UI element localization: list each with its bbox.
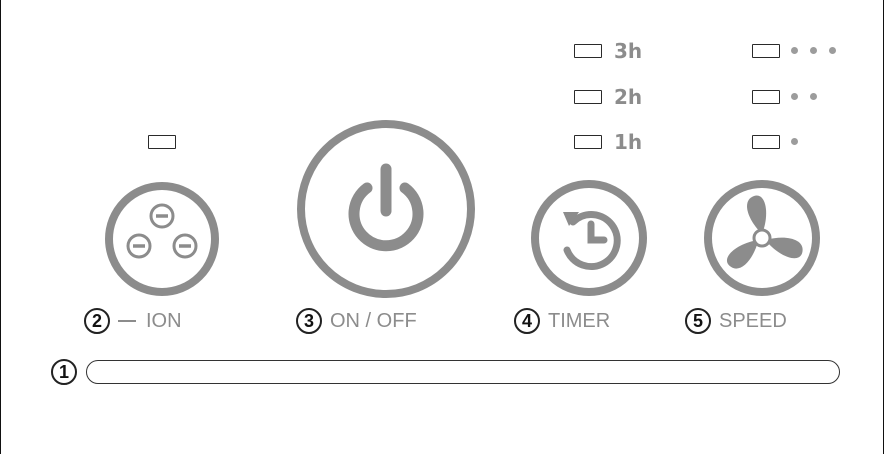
speed-label: 5 SPEED	[685, 307, 787, 335]
power-label: 3 ON / OFF	[296, 307, 417, 335]
ion-label: 2 ION	[84, 307, 182, 335]
fan-icon	[727, 195, 803, 269]
ion-label-text: ION	[146, 310, 182, 332]
sensor-light-bar	[86, 360, 840, 384]
timer-led	[574, 90, 602, 104]
speed-button[interactable]	[702, 178, 822, 298]
timer-led	[574, 44, 602, 58]
sensor-callout-number: 1	[51, 359, 77, 385]
timer-led	[574, 135, 602, 149]
timer-clock-icon	[563, 211, 621, 270]
speed-callout-number: 5	[685, 308, 711, 334]
ion-button[interactable]	[103, 180, 221, 298]
power-callout-number: 3	[296, 308, 322, 334]
speed-dot-icon	[791, 47, 798, 54]
speed-dot-icon	[810, 47, 817, 54]
power-button[interactable]	[296, 119, 476, 299]
speed-led	[752, 44, 780, 58]
dash-icon	[118, 320, 136, 322]
control-panel: 2 ION 3 ON / OFF 3h 2h 1h 4 TIMER 5 SPEE…	[0, 0, 884, 454]
timer-label-text: TIMER	[548, 310, 611, 332]
ion-indicator-led	[148, 135, 176, 149]
speed-dot-icon	[791, 138, 798, 145]
timer-button[interactable]	[529, 178, 649, 298]
speed-dot-icon	[810, 93, 817, 100]
timer-level-label: 2h	[614, 85, 643, 109]
timer-level-label: 1h	[614, 130, 643, 154]
speed-dot-icon	[791, 93, 798, 100]
timer-callout-number: 4	[514, 308, 540, 334]
timer-label: 4 TIMER	[514, 307, 610, 335]
negative-ion-icon	[126, 203, 198, 259]
power-icon	[348, 163, 424, 252]
speed-label-text: SPEED	[719, 310, 787, 332]
speed-led	[752, 135, 780, 149]
speed-led	[752, 90, 780, 104]
timer-level-label: 3h	[614, 39, 643, 63]
ion-callout-number: 2	[84, 308, 110, 334]
speed-dot-icon	[829, 47, 836, 54]
power-label-text: ON / OFF	[330, 310, 417, 332]
